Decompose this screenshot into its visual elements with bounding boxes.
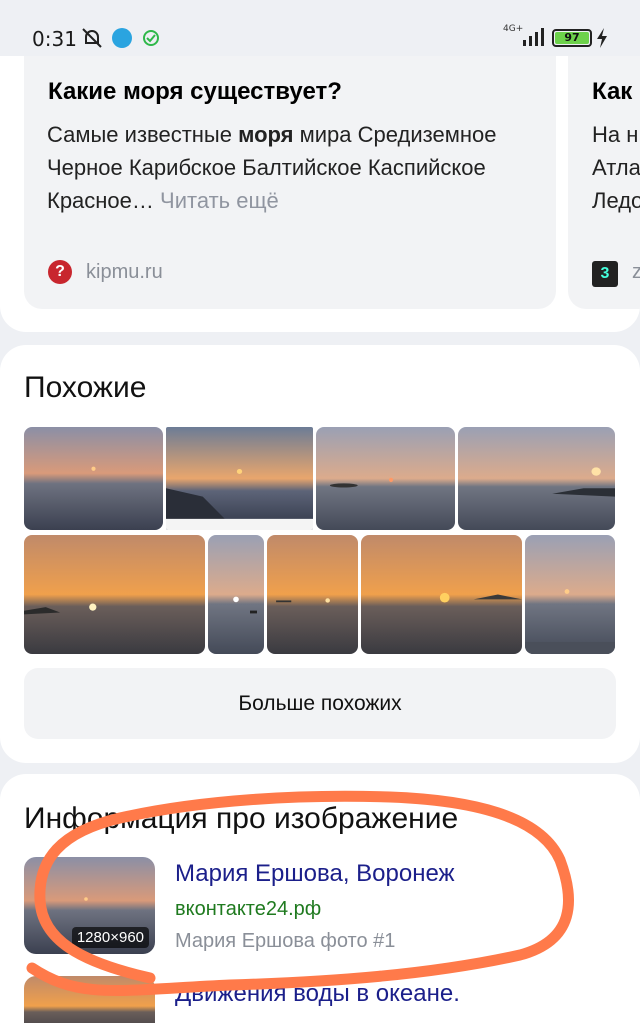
source-domain: z [632, 261, 640, 283]
more-similar-button[interactable]: Больше похожих [24, 668, 616, 739]
source-domain: kipmu.ru [86, 260, 163, 283]
result-thumbnail[interactable]: 1280×960 [24, 857, 155, 954]
similar-image[interactable] [24, 427, 163, 530]
result-thumbnail[interactable] [24, 976, 155, 1023]
status-bar: 0:31 4G+ 97 [0, 0, 640, 56]
question-mark-icon: ? [48, 260, 72, 284]
answer-card[interactable]: Какие моря существует? Самые известные м… [24, 56, 556, 309]
result-title-link[interactable]: Движения воды в океане. [175, 980, 460, 1008]
similar-image[interactable] [208, 535, 264, 654]
z-badge-icon: 3 [592, 261, 618, 287]
similar-image[interactable] [361, 535, 522, 654]
status-time: 0:31 [32, 27, 77, 51]
mute-icon [82, 28, 102, 48]
similar-image[interactable] [267, 535, 358, 654]
answers-section: Какие моря существует? Самые известные м… [0, 56, 640, 332]
answer-question: Какие моря существует? [48, 78, 342, 105]
read-more-link[interactable]: Читать ещё [160, 188, 279, 213]
signal-icon [523, 28, 544, 46]
image-info-section: Информация про изображение 1280×960 Мари… [0, 774, 640, 1023]
answer-text: Самые известные моря мира Средиземное Че… [47, 122, 497, 213]
answer-line: Ледо [592, 188, 640, 213]
answer-line: На н [592, 122, 639, 147]
answer-source[interactable]: ? kipmu.ru [48, 259, 163, 285]
similar-image[interactable] [458, 427, 615, 530]
similar-image[interactable] [316, 427, 455, 530]
resolution-badge: 1280×960 [71, 927, 149, 948]
section-title: Похожие [24, 371, 147, 404]
similar-image[interactable] [525, 535, 615, 654]
similar-section: Похожие Больше похожих [0, 345, 640, 763]
result-description: Мария Ершова фото #1 [175, 930, 396, 952]
answer-question: Как [592, 78, 633, 105]
section-title: Информация про изображение [24, 802, 459, 835]
telegram-icon [112, 28, 132, 48]
answer-line: Атла [592, 155, 640, 180]
result-title-link[interactable]: Мария Ершова, Воронеж [175, 860, 455, 888]
answer-card-2[interactable]: Как На н Атла Ледо 3 z [568, 56, 640, 309]
battery-icon: 97 [552, 29, 592, 47]
result-domain[interactable]: вконтакте24.рф [175, 898, 321, 921]
check-icon [143, 30, 159, 46]
similar-image[interactable] [24, 535, 205, 654]
charging-icon [597, 28, 607, 48]
similar-image[interactable] [166, 427, 313, 530]
